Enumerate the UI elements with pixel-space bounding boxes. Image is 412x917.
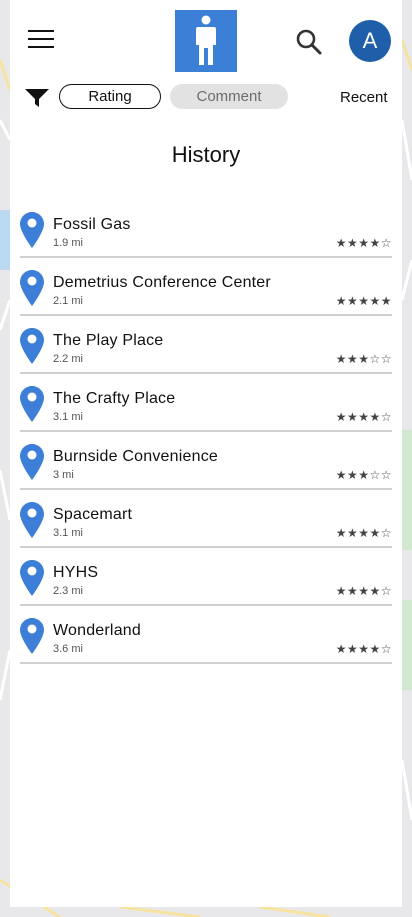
place-distance: 3.6 mi [53, 643, 83, 655]
place-name: Burnside Convenience [53, 448, 218, 465]
star-rating: ★★★★★ [335, 294, 392, 308]
sort-recent-button[interactable]: Recent [340, 89, 388, 106]
history-list-item[interactable]: The Play Place 2.2 mi ★★★☆☆ [20, 316, 392, 374]
history-list-item[interactable]: Fossil Gas 1.9 mi ★★★★☆ [20, 200, 392, 258]
person-restroom-icon[interactable] [175, 10, 237, 72]
history-list-item[interactable]: HYHS 2.3 mi ★★★★☆ [20, 548, 392, 606]
place-distance: 2.1 mi [53, 295, 83, 307]
star-rating: ★★★★☆ [335, 410, 392, 424]
place-name: The Play Place [53, 332, 164, 349]
place-distance: 2.2 mi [53, 353, 83, 365]
location-pin-icon [20, 386, 44, 422]
location-pin-icon [20, 502, 44, 538]
place-distance: 3.1 mi [53, 411, 83, 423]
rating-chip-label: Rating [88, 88, 132, 105]
place-distance: 3.1 mi [53, 527, 83, 539]
location-pin-icon [20, 270, 44, 306]
location-pin-icon [20, 560, 44, 596]
history-list-item[interactable]: Wonderland 3.6 mi ★★★★☆ [20, 606, 392, 664]
history-list-item[interactable]: Demetrius Conference Center 2.1 mi ★★★★★ [20, 258, 392, 316]
user-avatar[interactable]: A [349, 20, 391, 62]
star-rating: ★★★★☆ [335, 236, 392, 250]
place-name: Demetrius Conference Center [53, 274, 271, 291]
location-pin-icon [20, 444, 44, 480]
place-distance: 1.9 mi [53, 237, 83, 249]
history-list: Fossil Gas 1.9 mi ★★★★☆ Demetrius Confer… [20, 200, 392, 664]
star-rating: ★★★☆☆ [335, 468, 392, 482]
history-list-item[interactable]: The Crafty Place 3.1 mi ★★★★☆ [20, 374, 392, 432]
place-distance: 3 mi [53, 469, 74, 481]
location-pin-icon [20, 618, 44, 654]
location-pin-icon [20, 328, 44, 364]
rating-filter-chip[interactable]: Rating [59, 84, 161, 109]
comment-filter-chip[interactable]: Comment [170, 84, 288, 109]
funnel-filter-icon[interactable] [24, 88, 50, 108]
place-name: The Crafty Place [53, 390, 176, 407]
place-name: Spacemart [53, 506, 133, 523]
place-name: HYHS [53, 564, 99, 581]
star-rating: ★★★☆☆ [335, 352, 392, 366]
history-list-item[interactable]: Spacemart 3.1 mi ★★★★☆ [20, 490, 392, 548]
place-distance: 2.3 mi [53, 585, 83, 597]
hamburger-menu-icon[interactable] [28, 30, 54, 52]
history-panel: A Rating Comment Recent History Fossil G… [10, 0, 402, 907]
star-rating: ★★★★☆ [335, 642, 392, 656]
place-name: Wonderland [53, 622, 141, 639]
comment-chip-label: Comment [196, 88, 262, 105]
page-title: History [171, 142, 241, 167]
search-icon[interactable] [294, 27, 324, 57]
star-rating: ★★★★☆ [335, 584, 392, 598]
location-pin-icon [20, 212, 44, 248]
place-name: Fossil Gas [53, 216, 131, 233]
star-rating: ★★★★☆ [335, 526, 392, 540]
avatar-initial: A [362, 28, 378, 53]
history-list-item[interactable]: Burnside Convenience 3 mi ★★★☆☆ [20, 432, 392, 490]
